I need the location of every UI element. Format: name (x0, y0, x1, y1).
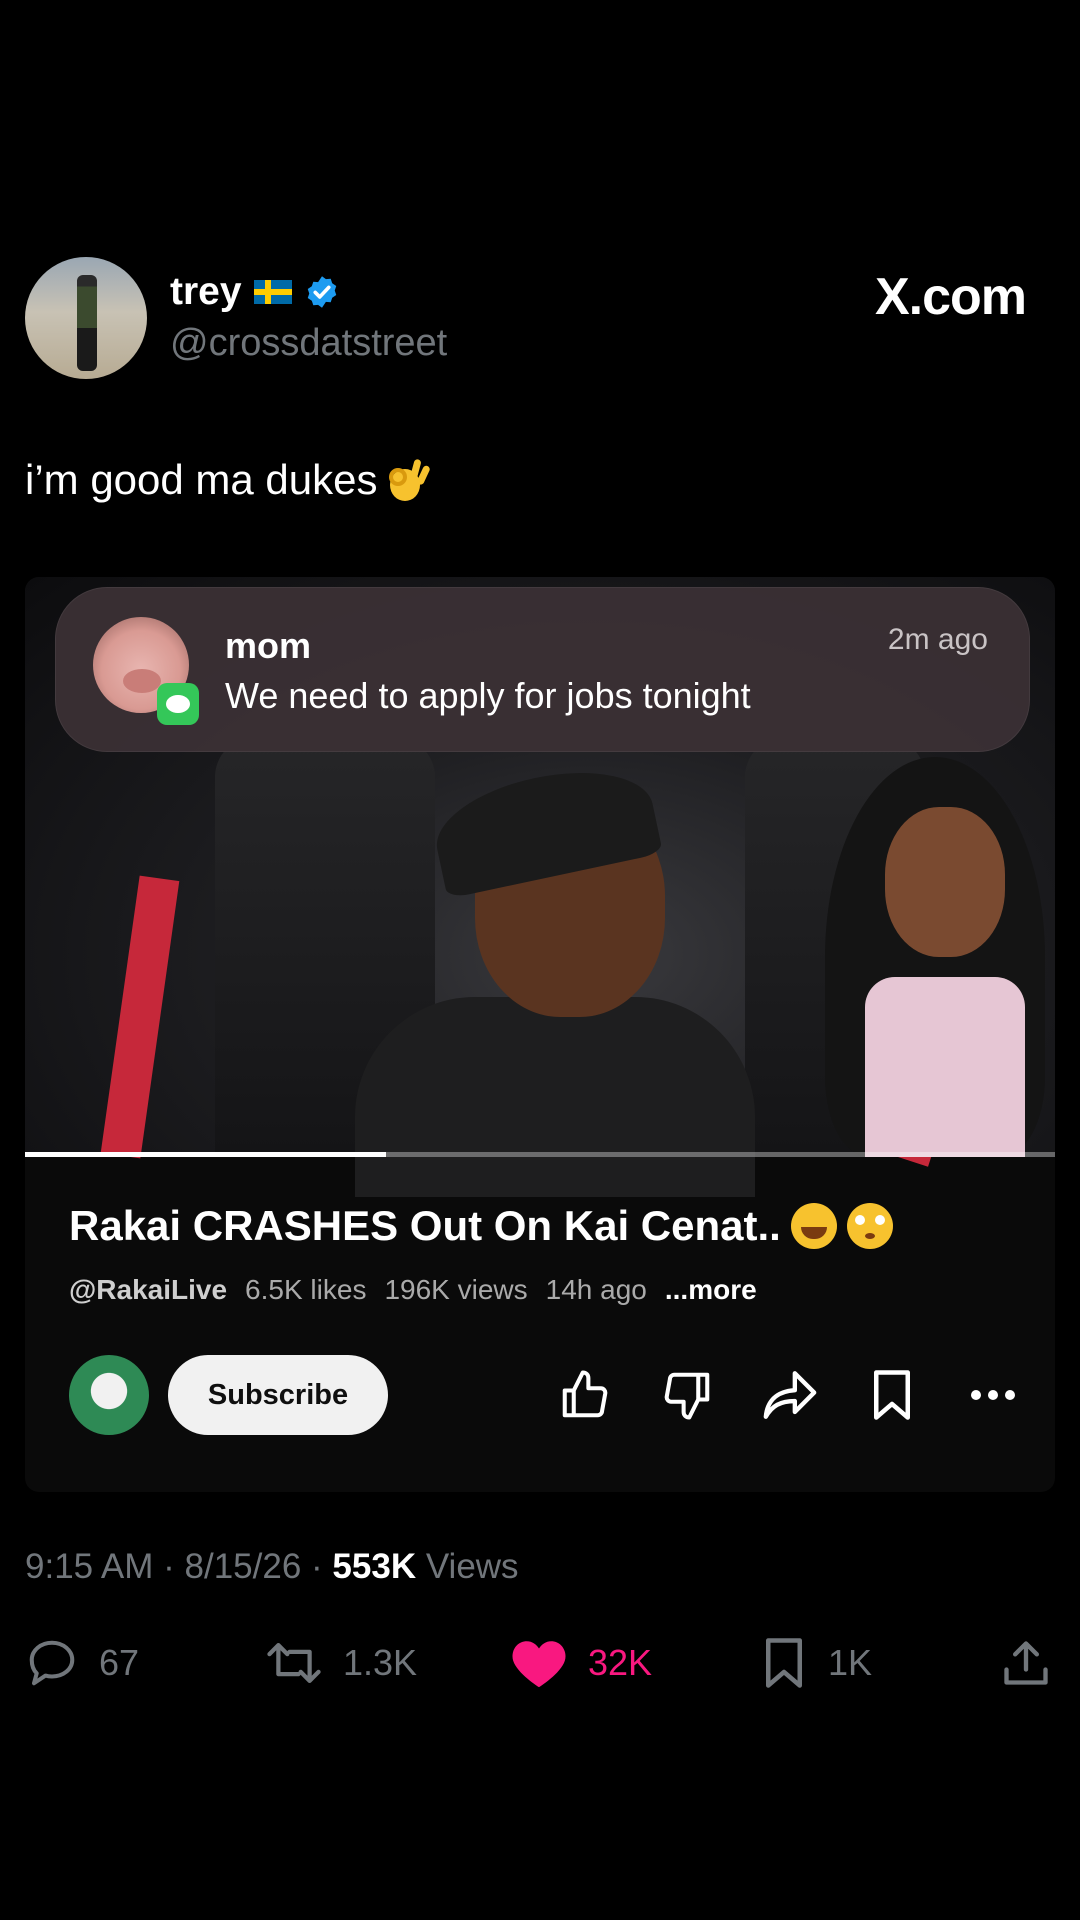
notification-time: 2m ago (887, 623, 988, 656)
bookmark-button[interactable]: 1K (760, 1635, 872, 1691)
embedded-video-card[interactable]: mom We need to apply for jobs tonight 2m… (25, 577, 1055, 1492)
repost-count: 1.3K (343, 1642, 418, 1683)
notification-sender: mom (225, 625, 312, 666)
video-progress-fill (25, 1152, 386, 1157)
thumbs-up-icon (562, 1370, 608, 1418)
author-name-row[interactable]: trey (170, 270, 340, 314)
post-date[interactable]: 8/15/26 (185, 1547, 302, 1586)
ok-hand-emoji-icon (388, 459, 430, 501)
like-button[interactable]: 32K (510, 1635, 652, 1691)
separator: · (153, 1547, 185, 1586)
channel-handle[interactable]: @RakaiLive (69, 1274, 227, 1306)
reply-button[interactable]: 67 (25, 1635, 139, 1691)
more-link[interactable]: ...more (665, 1274, 757, 1306)
tweet-text: i’m good ma dukes (25, 455, 430, 505)
share-button[interactable] (1000, 1635, 1052, 1691)
message-notification[interactable]: mom We need to apply for jobs tonight 2m… (55, 587, 1030, 752)
bookmark-count: 1K (828, 1642, 873, 1683)
thumbs-down-icon (664, 1372, 710, 1420)
view-count: 553K (332, 1547, 417, 1586)
video-likes: 6.5K likes (245, 1274, 367, 1305)
video-person-center (355, 755, 755, 1197)
display-name[interactable]: trey (170, 270, 242, 314)
video-more-button[interactable] (963, 1365, 1023, 1425)
post-time[interactable]: 9:15 AM (25, 1547, 153, 1586)
flushed-emoji-icon (846, 1203, 893, 1249)
author-handle[interactable]: @crossdatstreet (170, 322, 447, 365)
share-arrow-icon (763, 1371, 817, 1419)
repost-icon (267, 1643, 321, 1683)
dislike-video-button[interactable] (657, 1365, 717, 1425)
channel-avatar[interactable] (69, 1355, 149, 1435)
video-age: 14h ago (545, 1274, 647, 1305)
share-video-button[interactable] (760, 1365, 820, 1425)
tweet-body: i’m good ma dukes (25, 456, 378, 503)
views-label: Views (425, 1547, 519, 1586)
heart-filled-icon (512, 1641, 566, 1688)
video-person-right (805, 757, 1055, 1157)
video-meta: @RakaiLive 6.5K likes 196K views 14h ago… (69, 1274, 757, 1306)
bookmark-icon (874, 1370, 910, 1420)
seatbelt-left (100, 875, 180, 1159)
verified-badge-icon (307, 276, 336, 308)
save-video-button[interactable] (862, 1365, 922, 1425)
video-title[interactable]: Rakai CRASHES Out On Kai Cenat.. (69, 1202, 893, 1250)
laughing-tears-emoji-icon (790, 1203, 837, 1249)
video-views: 196K views (384, 1274, 528, 1305)
notification-message: We need to apply for jobs tonight (225, 675, 751, 716)
repost-button[interactable]: 1.3K (265, 1635, 417, 1691)
like-video-button[interactable] (555, 1365, 615, 1425)
messages-app-icon (157, 683, 199, 725)
bookmark-outline-icon (766, 1638, 802, 1688)
upload-share-icon (1004, 1641, 1048, 1685)
reply-count: 67 (99, 1642, 140, 1683)
brand-watermark: X.com (874, 268, 1027, 326)
ellipsis-icon (971, 1390, 1015, 1400)
like-count: 32K (588, 1642, 653, 1683)
post-timestamp: 9:15 AM · 8/15/26 · 553K Views (25, 1547, 519, 1587)
reply-bubble-icon (29, 1640, 75, 1686)
video-title-text: Rakai CRASHES Out On Kai Cenat.. (69, 1202, 781, 1249)
separator: · (301, 1547, 333, 1586)
author-avatar[interactable] (25, 257, 147, 379)
sweden-flag-icon (253, 280, 292, 304)
subscribe-button[interactable]: Subscribe (168, 1355, 388, 1435)
